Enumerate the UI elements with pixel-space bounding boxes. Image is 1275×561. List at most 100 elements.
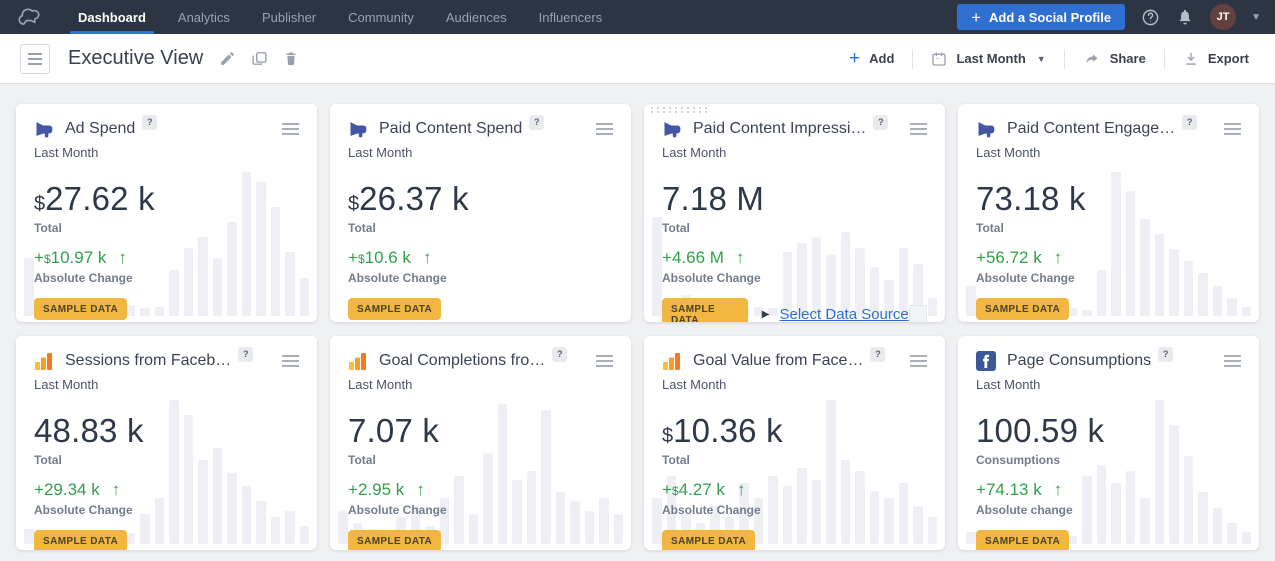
share-label: Share [1110, 51, 1146, 66]
card-menu-button[interactable] [910, 352, 927, 370]
metric-value-label: Total [662, 453, 927, 467]
avatar-initials: JT [1217, 11, 1230, 23]
up-arrow-icon: ↑ [737, 480, 746, 500]
calendar-icon [931, 51, 947, 67]
card-period: Last Month [348, 145, 613, 160]
change-sign: + [662, 480, 672, 500]
card-period: Last Month [348, 377, 613, 392]
chart-bar [338, 511, 348, 544]
edit-pencil-icon[interactable] [219, 50, 236, 67]
change-label: Absolute Change [348, 503, 613, 517]
help-badge[interactable]: ? [1158, 347, 1173, 362]
change-sign: + [34, 248, 44, 268]
card-title: Paid Content Spend [379, 120, 522, 138]
account-chevron-down-icon[interactable]: ▼ [1251, 12, 1261, 23]
nav-tab-analytics[interactable]: Analytics [162, 0, 246, 34]
nav-tab-publisher[interactable]: Publisher [246, 0, 332, 34]
sample-data-badge: SAMPLE DATA [662, 530, 755, 550]
card-menu-button[interactable] [282, 120, 299, 138]
metric-value-label: Total [34, 221, 299, 235]
metric-value: 7.18 M [662, 180, 764, 218]
help-badge[interactable]: ? [870, 347, 885, 362]
plus-icon: + [849, 49, 860, 68]
help-badge[interactable]: ? [873, 115, 888, 130]
metric-value: 100.59 k [976, 412, 1104, 450]
up-arrow-icon: ↑ [416, 480, 425, 500]
card-menu-button[interactable] [1224, 120, 1241, 138]
sample-data-badge: SAMPLE DATA [34, 298, 127, 320]
app-logo-icon[interactable] [12, 0, 46, 34]
drag-handle[interactable] [651, 107, 709, 113]
notifications-bell-icon[interactable] [1175, 7, 1195, 27]
nav-tab-dashboard[interactable]: Dashboard [62, 0, 162, 34]
metric-value-label: Total [976, 221, 1241, 235]
export-label: Export [1208, 51, 1249, 66]
card-menu-button[interactable] [596, 120, 613, 138]
sample-data-badge: SAMPLE DATA [34, 530, 127, 550]
up-arrow-icon: ↑ [118, 248, 127, 268]
date-range-selector[interactable]: Last Month ▼ [927, 51, 1049, 67]
duplicate-icon[interactable] [251, 50, 268, 67]
currency-symbol: $ [34, 193, 45, 216]
metric-value: 27.62 k [45, 180, 155, 218]
megaphone-icon [976, 119, 996, 139]
data-source-checkbox[interactable] [909, 305, 927, 323]
change-currency-symbol: $ [672, 484, 679, 498]
share-button[interactable]: Share [1079, 51, 1150, 67]
add-widget-button[interactable]: + Add [845, 49, 898, 68]
metric-value-label: Total [348, 221, 613, 235]
kpi-card: Page Consumptions ? Last Month 100.59 k … [958, 336, 1259, 550]
dashboard-list-menu-button[interactable] [20, 44, 50, 74]
help-badge[interactable]: ? [238, 347, 253, 362]
widget-grid: Ad Spend ? Last Month $ 27.62 k Total + … [16, 104, 1259, 550]
metric-value: 26.37 k [359, 180, 469, 218]
card-menu-button[interactable] [596, 352, 613, 370]
dashboard-content: Ad Spend ? Last Month $ 27.62 k Total + … [0, 84, 1275, 550]
select-data-source-link[interactable]: Select Data Source [780, 306, 909, 322]
help-badge[interactable]: ? [529, 115, 544, 130]
sample-data-badge: SAMPLE DATA [976, 298, 1069, 320]
sample-data-badge: SAMPLE DATA [662, 298, 748, 322]
change-value: 10.97 k [51, 248, 107, 268]
up-arrow-icon: ↑ [1054, 480, 1063, 500]
chart-bar [652, 498, 662, 544]
help-icon[interactable] [1140, 7, 1160, 27]
help-badge[interactable]: ? [142, 115, 157, 130]
change-label: Absolute Change [34, 503, 299, 517]
page-title: Executive View [68, 47, 203, 70]
kpi-card: Goal Completions fro… ? Last Month 7.07 … [330, 336, 631, 550]
export-button[interactable]: Export [1179, 51, 1253, 67]
card-menu-button[interactable] [1224, 352, 1241, 370]
date-range-label: Last Month [956, 51, 1025, 66]
card-period: Last Month [976, 145, 1241, 160]
user-avatar[interactable]: JT [1210, 4, 1236, 30]
delete-trash-icon[interactable] [283, 50, 299, 67]
sample-data-badge: SAMPLE DATA [348, 298, 441, 320]
card-period: Last Month [34, 377, 299, 392]
chevron-down-icon: ▼ [1037, 54, 1046, 64]
nav-tab-audiences[interactable]: Audiences [430, 0, 523, 34]
chart-bar [928, 298, 938, 316]
export-download-icon [1183, 51, 1199, 67]
dashboard-toolbar: Executive View + Add Last Month ▼ [0, 34, 1275, 84]
metric-value: 7.07 k [348, 412, 439, 450]
change-value: 29.34 k [44, 480, 100, 500]
card-menu-button[interactable] [910, 120, 927, 138]
help-badge[interactable]: ? [1182, 115, 1197, 130]
kpi-card: Paid Content Engage… ? Last Month 73.18 … [958, 104, 1259, 322]
megaphone-icon [662, 119, 682, 139]
help-badge[interactable]: ? [552, 347, 567, 362]
card-title: Paid Content Impressi… [693, 120, 866, 138]
change-sign: + [662, 248, 672, 268]
top-nav: DashboardAnalyticsPublisherCommunityAudi… [0, 0, 1275, 34]
change-currency-symbol: $ [44, 252, 51, 266]
change-sign: + [348, 480, 358, 500]
nav-tabs: DashboardAnalyticsPublisherCommunityAudi… [62, 0, 618, 34]
metric-value-label: Total [34, 453, 299, 467]
nav-tab-influencers[interactable]: Influencers [523, 0, 619, 34]
nav-tab-community[interactable]: Community [332, 0, 430, 34]
card-menu-button[interactable] [282, 352, 299, 370]
chart-bar [24, 258, 34, 316]
share-arrow-icon [1083, 51, 1101, 67]
add-social-profile-button[interactable]: + Add a Social Profile [957, 4, 1125, 30]
